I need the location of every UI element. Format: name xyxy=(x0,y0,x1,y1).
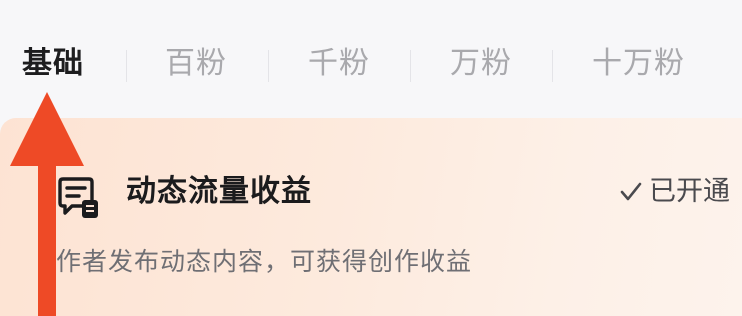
tab-hundred-fans[interactable]: 百粉 xyxy=(165,46,227,82)
tab-divider xyxy=(410,50,411,82)
tab-divider xyxy=(268,50,269,82)
tab-divider xyxy=(552,50,553,82)
tab-divider xyxy=(126,50,127,82)
tab-basic[interactable]: 基础 xyxy=(22,46,84,82)
status-text: 已开通 xyxy=(649,176,730,207)
card-description: 作者发布动态内容，可获得创作收益 xyxy=(56,247,473,276)
tab-ten-thousand-fans[interactable]: 万粉 xyxy=(450,46,512,82)
card-title: 动态流量收益 xyxy=(126,174,312,209)
tier-tabs: 基础 百粉 千粉 万粉 十万粉 xyxy=(0,28,742,98)
tab-thousand-fans[interactable]: 千粉 xyxy=(308,46,370,82)
status-badge: 已开通 xyxy=(619,172,730,212)
dynamic-feed-icon xyxy=(58,177,98,218)
earnings-page: 基础 百粉 千粉 万粉 十万粉 动态流量收益 已开通 作者发布动态内容，可获得创… xyxy=(0,0,742,316)
tab-hundred-thousand-fans[interactable]: 十万粉 xyxy=(592,46,685,82)
earning-card[interactable] xyxy=(0,118,742,316)
check-icon xyxy=(620,182,642,201)
